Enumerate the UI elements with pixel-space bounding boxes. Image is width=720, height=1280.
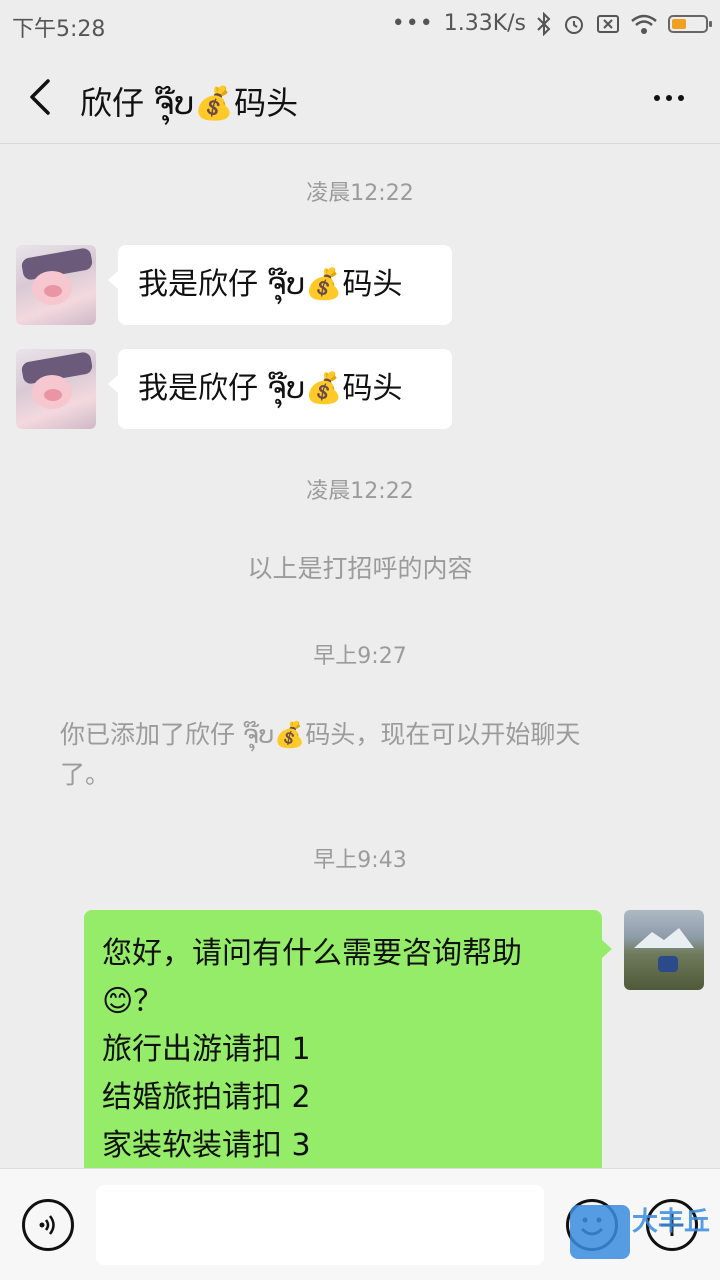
timestamp: 早上9:27 <box>313 644 407 669</box>
watermark-logo: 大丰丘 <box>570 1205 720 1265</box>
more-button[interactable] <box>644 78 694 118</box>
contact-avatar[interactable] <box>16 349 96 429</box>
contact-avatar[interactable] <box>16 245 96 325</box>
input-bar: + 大丰丘 <box>0 1168 720 1280</box>
timestamp: 凌晨12:22 <box>306 479 414 504</box>
wifi-icon <box>630 13 658 35</box>
message-line: 结婚旅拍请扣 2 <box>102 1080 311 1115</box>
message-line: 您好，请问有什么需要咨询帮助 <box>102 936 522 971</box>
outgoing-message[interactable]: 您好，请问有什么需要咨询帮助 😊？ 旅行出游请扣 1 结婚旅拍请扣 2 家装软装… <box>84 910 612 1168</box>
network-speed: 1.33K/s <box>443 11 526 36</box>
timestamp: 凌晨12:22 <box>306 181 414 206</box>
bluetooth-icon <box>536 11 552 36</box>
message-input[interactable] <box>96 1185 544 1265</box>
message-line: 旅行出游请扣 1 <box>102 1032 311 1067</box>
chat-title: 欣仔 ຈຸ໊ບ💰码头 <box>80 84 299 122</box>
friend-added-notice: 你已添加了欣仔 ຈຸ໊ບ💰码头，现在可以开始聊天 了。 <box>60 720 581 789</box>
battery-icon <box>668 14 712 33</box>
voice-button[interactable] <box>22 1199 74 1251</box>
back-icon <box>30 79 50 115</box>
voice-icon <box>39 1215 55 1235</box>
incoming-message[interactable]: 我是欣仔 ຈຸ໊ບ💰码头 <box>108 349 452 429</box>
watermark-text: 大丰丘 <box>632 1207 711 1237</box>
my-avatar[interactable] <box>624 910 704 990</box>
back-button[interactable] <box>18 72 62 122</box>
more-icon <box>654 95 660 101</box>
timestamp: 早上9:43 <box>313 848 407 873</box>
status-time: 下午5:28 <box>12 17 106 42</box>
sim-icon <box>596 14 620 34</box>
greeting-note: 以上是打招呼的内容 <box>247 554 473 583</box>
message-text: 我是欣仔 ຈຸ໊ບ💰码头 <box>138 267 403 302</box>
message-text: 我是欣仔 ຈຸ໊ບ💰码头 <box>138 371 403 406</box>
incoming-message[interactable]: 我是欣仔 ຈຸ໊ບ💰码头 <box>108 245 452 325</box>
alarm-icon <box>562 12 586 36</box>
more-dots-icon: ••• <box>391 11 434 36</box>
chat-area[interactable]: 凌晨12:22 我是欣仔 ຈຸ໊ບ💰码头 我是欣仔 ຈຸ໊ບ💰码头 凌晨12:2… <box>0 145 720 1168</box>
status-icons: ••• 1.33K/s <box>391 11 712 36</box>
watermark-icon <box>570 1205 630 1259</box>
chat-header: 欣仔 ຈຸ໊ບ💰码头 <box>0 50 720 144</box>
message-line: 家装软装请扣 3 <box>102 1128 311 1163</box>
message-line: 😊？ <box>102 984 164 1019</box>
status-bar: 下午5:28 ••• 1.33K/s <box>0 0 720 50</box>
